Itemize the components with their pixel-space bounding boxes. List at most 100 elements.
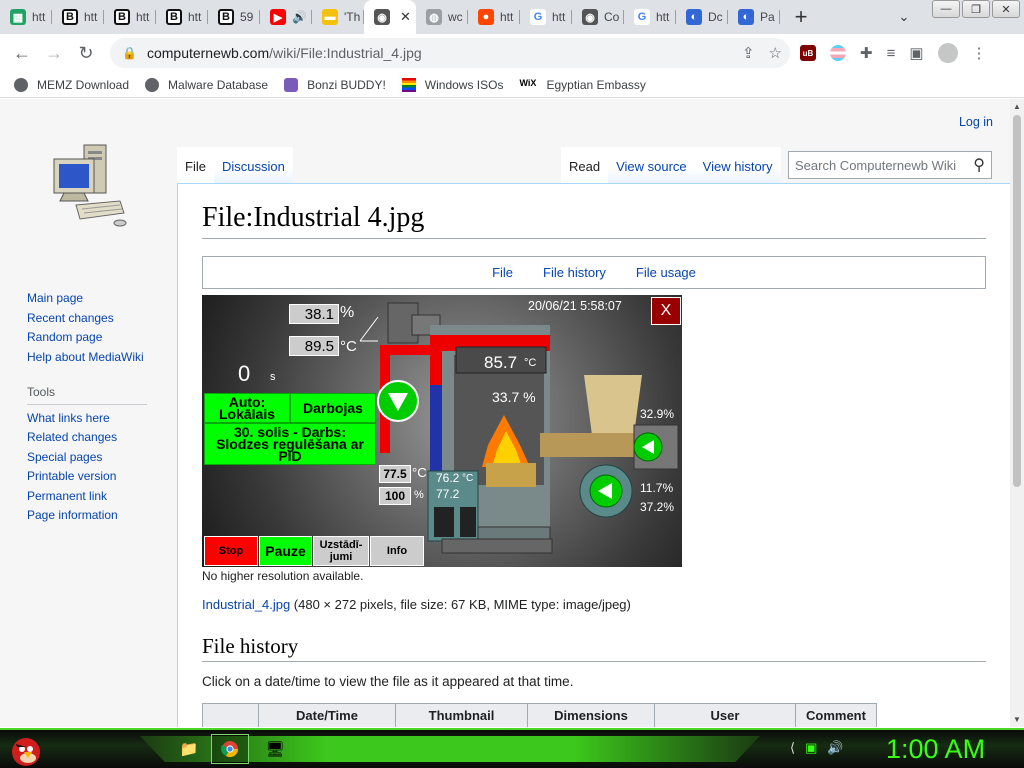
url-domain: computernewb.com xyxy=(146,45,270,61)
browser-tab[interactable]: B 59 xyxy=(208,0,260,34)
search-input[interactable]: Search Computernewb Wiki ⚲ xyxy=(788,151,992,179)
maximize-button[interactable]: ❐ xyxy=(962,0,990,18)
forward-button[interactable]: → xyxy=(38,37,70,69)
tab-label: 'Th xyxy=(344,10,361,24)
tray-expand-icon[interactable]: ⟨ xyxy=(790,740,795,756)
browser-tab[interactable]: Ghtt xyxy=(624,0,676,34)
arrow-left-icon: ← xyxy=(13,42,31,63)
scrollbar-thumb[interactable] xyxy=(1013,115,1021,487)
media-queue-icon[interactable]: ≡ xyxy=(887,45,896,62)
browser-tab[interactable]: ◐ Dc xyxy=(676,0,728,34)
industrial-hmi-image[interactable]: 20/06/21 5:58:07 X 38.1 % 89.5 °C 0 s Au… xyxy=(202,295,682,567)
sidebar-item-help[interactable]: Help about MediaWiki xyxy=(27,348,147,368)
tab-view-source[interactable]: View source xyxy=(608,147,695,183)
page-scrollbar[interactable]: ▲ ▼ xyxy=(1010,99,1024,727)
ublock-icon[interactable]: uB xyxy=(800,45,816,61)
taskbar-clock[interactable]: 1:00 AM xyxy=(886,734,985,765)
new-tab-button[interactable]: + xyxy=(786,2,816,32)
file-toc-link-usage[interactable]: File usage xyxy=(636,265,696,280)
b-icon: B xyxy=(62,9,78,25)
sidebar-item-special-pages[interactable]: Special pages xyxy=(27,448,147,468)
taskbar-chrome-icon[interactable] xyxy=(211,734,249,764)
google-icon: G xyxy=(634,9,650,25)
reload-button[interactable]: ↻ xyxy=(70,37,102,69)
browser-tab[interactable]: ▬ 'Th xyxy=(312,0,364,34)
side-panel-icon[interactable]: ▣ xyxy=(909,44,923,62)
browser-tab[interactable]: ◉ ✕ xyxy=(364,0,416,34)
taskbar-vm-icon[interactable]: 🖥 xyxy=(256,734,294,764)
hmi-pause-button[interactable]: Pauze xyxy=(259,536,312,566)
cwiki-icon: ◉ xyxy=(374,9,390,25)
puzzle-extensions-icon[interactable]: ✚ xyxy=(860,44,873,62)
browser-tab[interactable]: ◐ Pa xyxy=(728,0,780,34)
back-button[interactable]: ← xyxy=(6,37,38,69)
sidebar-item-what-links-here[interactable]: What links here xyxy=(27,409,147,429)
bookmarks-bar: MEMZ Download Malware Database Bonzi BUDDY… xyxy=(0,72,1024,98)
address-bar[interactable]: 🔒 computernewb.com/wiki/File:Industrial_… xyxy=(110,38,790,68)
tab-discussion[interactable]: Discussion xyxy=(213,147,293,183)
scroll-down-icon[interactable]: ▼ xyxy=(1013,715,1021,724)
search-icon[interactable]: ⚲ xyxy=(973,155,985,175)
browser-tab[interactable]: ◍ wc xyxy=(416,0,468,34)
file-toc: File File history File usage xyxy=(202,256,986,289)
sidebar-item-related-changes[interactable]: Related changes xyxy=(27,428,147,448)
sidebar-item-printable-version[interactable]: Printable version xyxy=(27,467,147,487)
bookmark-label: Egyptian Embassy xyxy=(546,77,646,92)
sidebar-item-random-page[interactable]: Random page xyxy=(27,328,147,348)
bookmark-star-icon[interactable]: ☆ xyxy=(769,44,782,62)
tab-label: htt xyxy=(500,10,514,24)
bookmark-item[interactable]: MEMZ Download xyxy=(14,77,129,92)
tab-read[interactable]: Read xyxy=(561,147,609,183)
table-header-user: User xyxy=(654,703,796,727)
bookmark-item[interactable]: Bonzi BUDDY! xyxy=(284,77,386,92)
tab-file[interactable]: File xyxy=(177,147,214,183)
table-header-blank xyxy=(202,703,259,727)
browser-tab[interactable]: Ghtt xyxy=(520,0,572,34)
hmi-info-button[interactable]: Info xyxy=(370,536,424,566)
file-toc-link-history[interactable]: File history xyxy=(543,265,606,280)
profile-avatar[interactable] xyxy=(937,43,958,63)
reddit-icon: ● xyxy=(478,9,494,25)
trans-flag-extension-icon[interactable] xyxy=(830,45,846,61)
browser-tab[interactable]: ● htt xyxy=(468,0,520,34)
taskbar-folder-icon[interactable]: 📁 xyxy=(170,734,208,764)
scroll-up-icon[interactable]: ▲ xyxy=(1013,102,1021,111)
start-button-angry-bird-icon[interactable] xyxy=(6,730,46,768)
sidebar-item-main-page[interactable]: Main page xyxy=(27,289,147,309)
hmi-mode-button[interactable]: Auto: Lokālais xyxy=(204,393,290,423)
browser-tab[interactable]: ◉ Co xyxy=(572,0,624,34)
bookmark-item[interactable]: Malware Database xyxy=(145,77,268,92)
browser-tab[interactable]: ▶ 🔊 xyxy=(260,0,312,34)
hmi-close-button[interactable]: X xyxy=(651,297,681,325)
taskbar: 📁 🖥 ⟨ ▣ 🔊 1:00 AM xyxy=(0,728,1024,768)
tab-view-history[interactable]: View history xyxy=(694,147,781,183)
close-window-button[interactable]: ✕ xyxy=(992,0,1020,18)
network-icon[interactable]: ▣ xyxy=(805,740,817,756)
tab-strip: ▦ htt Bhtt Bhtt Bhtt B 59 ▶ 🔊 ▬ 'Th ◉ ✕ ◍ wc ● htt Ghtt ◉ C… xyxy=(0,0,1024,34)
browser-tab[interactable]: Bhtt xyxy=(104,0,156,34)
sidebar-item-permanent-link[interactable]: Permanent link xyxy=(27,487,147,507)
login-link[interactable]: Log in xyxy=(959,115,993,129)
tools-heading: Tools xyxy=(27,383,147,405)
tab-search-chevron-icon[interactable]: ⌄ xyxy=(893,6,915,28)
wix-icon: WiX xyxy=(519,77,537,88)
tab-close-icon[interactable]: ✕ xyxy=(400,9,411,25)
volume-icon[interactable]: 🔊 xyxy=(827,740,843,756)
browser-tab[interactable]: ▦ htt xyxy=(0,0,52,34)
sidebar-item-page-information[interactable]: Page information xyxy=(27,506,147,526)
file-link[interactable]: Industrial_4.jpg xyxy=(202,597,290,612)
sidebar-item-recent-changes[interactable]: Recent changes xyxy=(27,309,147,329)
page-title: File:Industrial 4.jpg xyxy=(202,202,986,239)
menu-kebab-icon[interactable]: ⋮ xyxy=(972,44,987,62)
file-toc-link-file[interactable]: File xyxy=(492,265,513,280)
browser-tab[interactable]: Bhtt xyxy=(156,0,208,34)
hmi-settings-button[interactable]: Uzstādī- jumi xyxy=(313,536,369,566)
bookmark-item[interactable]: WiX Egyptian Embassy xyxy=(519,78,645,92)
wiki-logo-computer[interactable] xyxy=(50,139,130,229)
browser-tab[interactable]: Bhtt xyxy=(52,0,104,34)
b-icon: B xyxy=(114,9,130,25)
minimize-button[interactable]: — xyxy=(932,0,960,18)
hmi-stop-button[interactable]: Stop xyxy=(204,536,258,566)
share-icon[interactable]: ⇪ xyxy=(742,44,755,62)
bookmark-item[interactable]: Windows ISOs xyxy=(401,77,503,92)
